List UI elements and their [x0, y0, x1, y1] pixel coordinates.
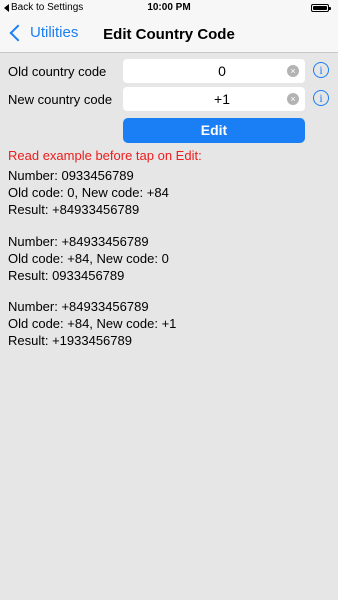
- example-result: Result: +84933456789: [8, 202, 140, 217]
- old-code-field[interactable]: ×: [123, 59, 305, 83]
- new-code-row: New country code × i: [0, 87, 338, 113]
- example-codes: Old code: +84, New code: 0: [8, 251, 169, 266]
- example-result: Result: 0933456789: [8, 268, 125, 283]
- info-icon[interactable]: i: [313, 62, 329, 78]
- old-code-row: Old country code × i: [0, 59, 338, 85]
- clear-icon[interactable]: ×: [287, 65, 299, 77]
- warning-text: Read example before tap on Edit:: [8, 148, 202, 163]
- example-number: Number: +84933456789: [8, 234, 149, 249]
- new-code-input[interactable]: [147, 87, 297, 111]
- old-code-input[interactable]: [147, 59, 297, 83]
- new-code-label: New country code: [8, 92, 113, 107]
- example-result: Result: +1933456789: [8, 333, 132, 348]
- example-block: Number: +84933456789 Old code: +84, New …: [8, 298, 176, 349]
- example-number: Number: 0933456789: [8, 168, 134, 183]
- example-number: Number: +84933456789: [8, 299, 149, 314]
- example-codes: Old code: +84, New code: +1: [8, 316, 177, 331]
- example-block: Number: +84933456789 Old code: +84, New …: [8, 233, 169, 284]
- old-code-label: Old country code: [8, 64, 107, 79]
- status-time: 10:00 PM: [147, 2, 191, 13]
- navigation-bar: Utilities Edit Country Code: [0, 17, 338, 53]
- battery-icon: [311, 4, 331, 12]
- example-block: Number: 0933456789 Old code: 0, New code…: [8, 167, 169, 218]
- new-code-field[interactable]: ×: [123, 87, 305, 111]
- info-icon[interactable]: i: [313, 90, 329, 106]
- example-codes: Old code: 0, New code: +84: [8, 185, 169, 200]
- edit-button[interactable]: Edit: [123, 118, 305, 143]
- status-bar: Back to Settings 10:00 PM: [0, 0, 338, 17]
- clear-icon[interactable]: ×: [287, 93, 299, 105]
- page-title: Edit Country Code: [103, 26, 235, 43]
